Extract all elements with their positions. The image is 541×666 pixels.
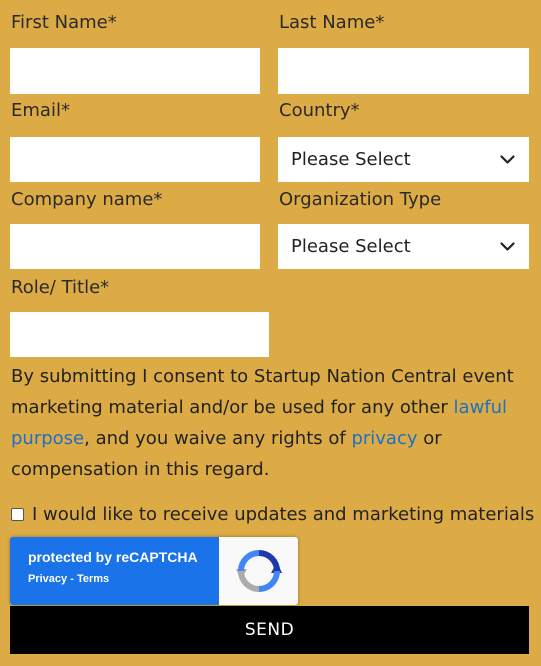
- org-type-select-value: Please Select: [291, 236, 411, 257]
- recaptcha-terms-link[interactable]: Terms: [77, 573, 109, 585]
- updates-checkbox-label[interactable]: I would like to receive updates and mark…: [32, 504, 534, 525]
- last-name-label: Last Name*: [279, 12, 385, 33]
- recaptcha-link-separator: -: [67, 573, 77, 585]
- email-label: Email*: [11, 100, 70, 121]
- company-label: Company name*: [11, 189, 163, 210]
- recaptcha-logo-icon: [235, 550, 282, 592]
- recaptcha-text-panel: protected by reCAPTCHA Privacy - Terms: [10, 537, 219, 605]
- first-name-label: First Name*: [11, 12, 117, 33]
- chevron-down-icon: [500, 154, 515, 164]
- recaptcha-logo-panel: [219, 537, 298, 605]
- recaptcha-links: Privacy - Terms: [28, 573, 219, 585]
- send-button[interactable]: SEND: [10, 606, 529, 654]
- country-label: Country*: [279, 100, 360, 121]
- updates-checkbox-row[interactable]: I would like to receive updates and mark…: [11, 504, 534, 525]
- last-name-input[interactable]: [278, 48, 529, 94]
- email-input[interactable]: [10, 137, 260, 182]
- org-type-label: Organization Type: [279, 189, 442, 210]
- country-select-value: Please Select: [291, 149, 411, 170]
- org-type-select[interactable]: Please Select: [278, 224, 529, 269]
- privacy-link[interactable]: privacy: [351, 428, 417, 449]
- first-name-input[interactable]: [10, 48, 260, 94]
- consent-text: By submitting I consent to Startup Natio…: [11, 361, 526, 485]
- consent-text-part1: By submitting I consent to Startup Natio…: [11, 366, 514, 418]
- country-select[interactable]: Please Select: [278, 137, 529, 182]
- role-label: Role/ Title*: [11, 277, 110, 298]
- recaptcha-title: protected by reCAPTCHA: [28, 549, 198, 565]
- company-input[interactable]: [10, 224, 260, 269]
- updates-checkbox[interactable]: [11, 508, 24, 521]
- consent-text-part2: , and you waive any rights of: [84, 428, 352, 449]
- role-input[interactable]: [10, 312, 269, 357]
- chevron-down-icon: [500, 241, 515, 251]
- recaptcha-badge: protected by reCAPTCHA Privacy - Terms: [10, 537, 298, 605]
- recaptcha-privacy-link[interactable]: Privacy: [28, 573, 67, 585]
